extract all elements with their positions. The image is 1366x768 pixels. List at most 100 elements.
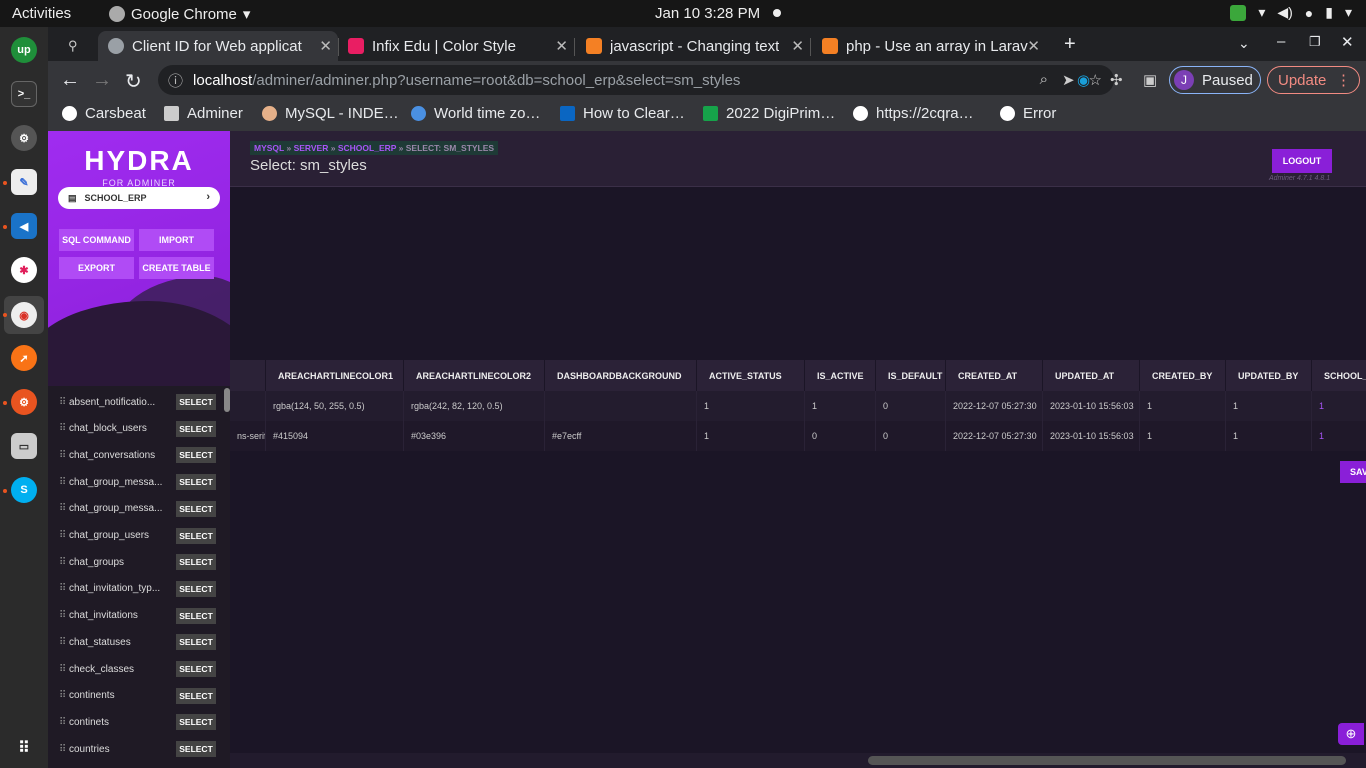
sidebar-table-item[interactable]: ⠿ chat_invitation_typ... SELECT: [48, 576, 220, 602]
select-table-button[interactable]: SELECT: [176, 394, 216, 410]
sidebar-table-item[interactable]: ⠿ chat_group_users SELECT: [48, 523, 220, 549]
table-name[interactable]: chat_invitation_typ...: [69, 583, 167, 594]
extensions-puzzle-icon[interactable]: ✣: [1110, 71, 1123, 89]
column-header[interactable]: IS_ACTIVE: [805, 360, 876, 391]
column-header[interactable]: IS_DEFAULT: [876, 360, 946, 391]
tab-infix-edu[interactable]: Infix Edu | Color Style ✕: [338, 31, 574, 61]
select-table-button[interactable]: SELECT: [176, 447, 216, 464]
terminal-icon[interactable]: >_: [11, 81, 37, 107]
bookmark-item[interactable]: 2022 DigiPrim…: [703, 105, 835, 122]
select-table-button[interactable]: SELECT: [176, 714, 216, 731]
clock[interactable]: Jan 10 3:28 PM: [655, 5, 760, 22]
bookmark-item[interactable]: MySQL - INDE…: [262, 105, 399, 122]
profile-paused-button[interactable]: J Paused: [1169, 66, 1261, 94]
bookmark-item[interactable]: Carsbeat: [62, 105, 146, 122]
table-name[interactable]: chat_group_users: [69, 530, 167, 541]
minimize-icon[interactable]: –: [1277, 33, 1285, 50]
column-header[interactable]: SCHOOL_I: [1312, 360, 1366, 391]
table-name[interactable]: chat_group_messa...: [69, 503, 167, 514]
select-table-button[interactable]: SELECT: [176, 500, 216, 517]
tab-javascript[interactable]: javascript - Changing text ✕: [576, 31, 810, 61]
vscode-icon[interactable]: ◀: [11, 213, 37, 239]
sidebar-table-item[interactable]: ⠿ countries SELECT: [48, 736, 220, 762]
sidebar-table-item[interactable]: ⠿ check_classes SELECT: [48, 656, 220, 682]
new-tab-icon[interactable]: +: [1064, 33, 1076, 56]
language-globe-icon[interactable]: ⊕: [1338, 723, 1364, 745]
back-arrow-icon[interactable]: ←: [60, 69, 80, 92]
app-grid-icon[interactable]: ⠿: [11, 735, 37, 761]
column-header[interactable]: AREACHARTLINECOLOR1: [266, 360, 404, 391]
text-editor-icon[interactable]: ✎: [11, 169, 37, 195]
table-name[interactable]: absent_notificatio...: [69, 397, 167, 408]
export-button[interactable]: EXPORT: [59, 257, 134, 279]
table-name[interactable]: chat_invitations: [69, 610, 167, 621]
table-name[interactable]: chat_groups: [69, 557, 167, 568]
select-table-button[interactable]: SELECT: [176, 554, 216, 571]
table-name[interactable]: chat_block_users: [69, 423, 167, 434]
update-button[interactable]: Update ⋮: [1267, 66, 1360, 94]
table-name[interactable]: check_classes: [69, 664, 167, 675]
skype-icon[interactable]: S: [11, 477, 37, 503]
select-table-button[interactable]: SELECT: [176, 687, 216, 704]
sidebar-table-item[interactable]: ⠿ chat_block_users SELECT: [48, 416, 220, 442]
import-button[interactable]: IMPORT: [139, 229, 214, 251]
sidebar-table-item[interactable]: ⠿ chat_conversations SELECT: [48, 442, 220, 468]
close-tab-icon[interactable]: ✕: [555, 37, 568, 55]
extension-icon[interactable]: ◉: [1077, 71, 1090, 89]
postman-icon[interactable]: ➚: [11, 345, 37, 371]
chrome-dock-icon[interactable]: ◉: [11, 302, 37, 328]
column-header[interactable]: AREACHARTLINECOLOR2: [404, 360, 545, 391]
close-tab-icon[interactable]: ✕: [791, 37, 804, 55]
git-client-icon[interactable]: ⚙: [11, 389, 37, 415]
column-header[interactable]: UPDATED_AT: [1043, 360, 1140, 391]
select-table-button[interactable]: SELECT: [176, 474, 216, 491]
select-table-button[interactable]: SELECT: [176, 607, 216, 624]
sql-command-button[interactable]: SQL COMMAND: [59, 229, 134, 251]
table-name[interactable]: continents: [69, 690, 167, 701]
tab-php[interactable]: php - Use an array in Larav ✕: [812, 31, 1046, 61]
breadcrumb-database[interactable]: SCHOOL_ERP: [338, 143, 396, 153]
table-cell[interactable]: 1: [1312, 391, 1366, 421]
reload-icon[interactable]: ↻: [125, 69, 142, 94]
column-header[interactable]: [230, 360, 266, 391]
close-window-icon[interactable]: ✕: [1341, 33, 1354, 51]
side-panel-icon[interactable]: ▣: [1143, 71, 1157, 89]
sidebar-table-item[interactable]: ⠿ continents SELECT: [48, 683, 220, 709]
column-header[interactable]: DASHBOARDBACKGROUND: [545, 360, 697, 391]
sidebar-table-item[interactable]: ⠿ chat_group_messa... SELECT: [48, 469, 220, 495]
select-table-button[interactable]: SELECT: [176, 661, 216, 677]
sidebar-table-item[interactable]: ⠿ chat_group_messa... SELECT: [48, 496, 220, 522]
table-name[interactable]: continets: [69, 717, 167, 728]
logout-button[interactable]: LOGOUT: [1272, 149, 1332, 173]
activities-button[interactable]: Activities: [12, 5, 71, 22]
table-name[interactable]: chat_statuses: [69, 637, 167, 648]
bookmark-item[interactable]: https://2cqra…: [853, 105, 974, 122]
forward-arrow-icon[interactable]: →: [92, 69, 112, 92]
column-header[interactable]: CREATED_AT: [946, 360, 1043, 391]
create-table-button[interactable]: CREATE TABLE: [139, 257, 214, 279]
select-table-button[interactable]: SELECT: [176, 527, 216, 544]
zoom-icon[interactable]: ⌕: [1040, 71, 1048, 89]
tab-client-id[interactable]: Client ID for Web applicat ✕: [98, 31, 338, 61]
hydra-logo[interactable]: HYDRA: [48, 145, 230, 177]
app-menu[interactable]: Google Chrome ▾: [109, 5, 250, 23]
table-name[interactable]: countries: [69, 744, 167, 755]
select-table-button[interactable]: SELECT: [176, 634, 216, 651]
table-cell[interactable]: 1: [1312, 421, 1366, 451]
save-button[interactable]: SAV: [1340, 461, 1366, 483]
bookmark-item[interactable]: Error: [1000, 105, 1056, 122]
table-name[interactable]: chat_conversations: [69, 450, 167, 461]
tab-search-chevron-icon[interactable]: ⌄: [1238, 35, 1250, 52]
restore-icon[interactable]: ❐: [1309, 34, 1321, 50]
scrollbar-thumb[interactable]: [868, 756, 1346, 765]
settings-icon[interactable]: ⚙: [11, 125, 37, 151]
bookmark-item[interactable]: How to Clear…: [560, 105, 685, 122]
column-header[interactable]: ACTIVE_STATUS: [697, 360, 805, 391]
bookmark-star-icon[interactable]: ☆: [1089, 71, 1102, 89]
breadcrumb-mysql[interactable]: MYSQL: [254, 143, 284, 153]
sidebar-table-item[interactable]: ⠿ chat_statuses SELECT: [48, 629, 220, 655]
tray-app-icon[interactable]: [1230, 4, 1247, 21]
sidebar-table-item[interactable]: ⠿ continets SELECT: [48, 709, 220, 735]
database-select[interactable]: ▤ SCHOOL_ERP ›: [58, 187, 220, 209]
column-header[interactable]: UPDATED_BY: [1226, 360, 1312, 391]
